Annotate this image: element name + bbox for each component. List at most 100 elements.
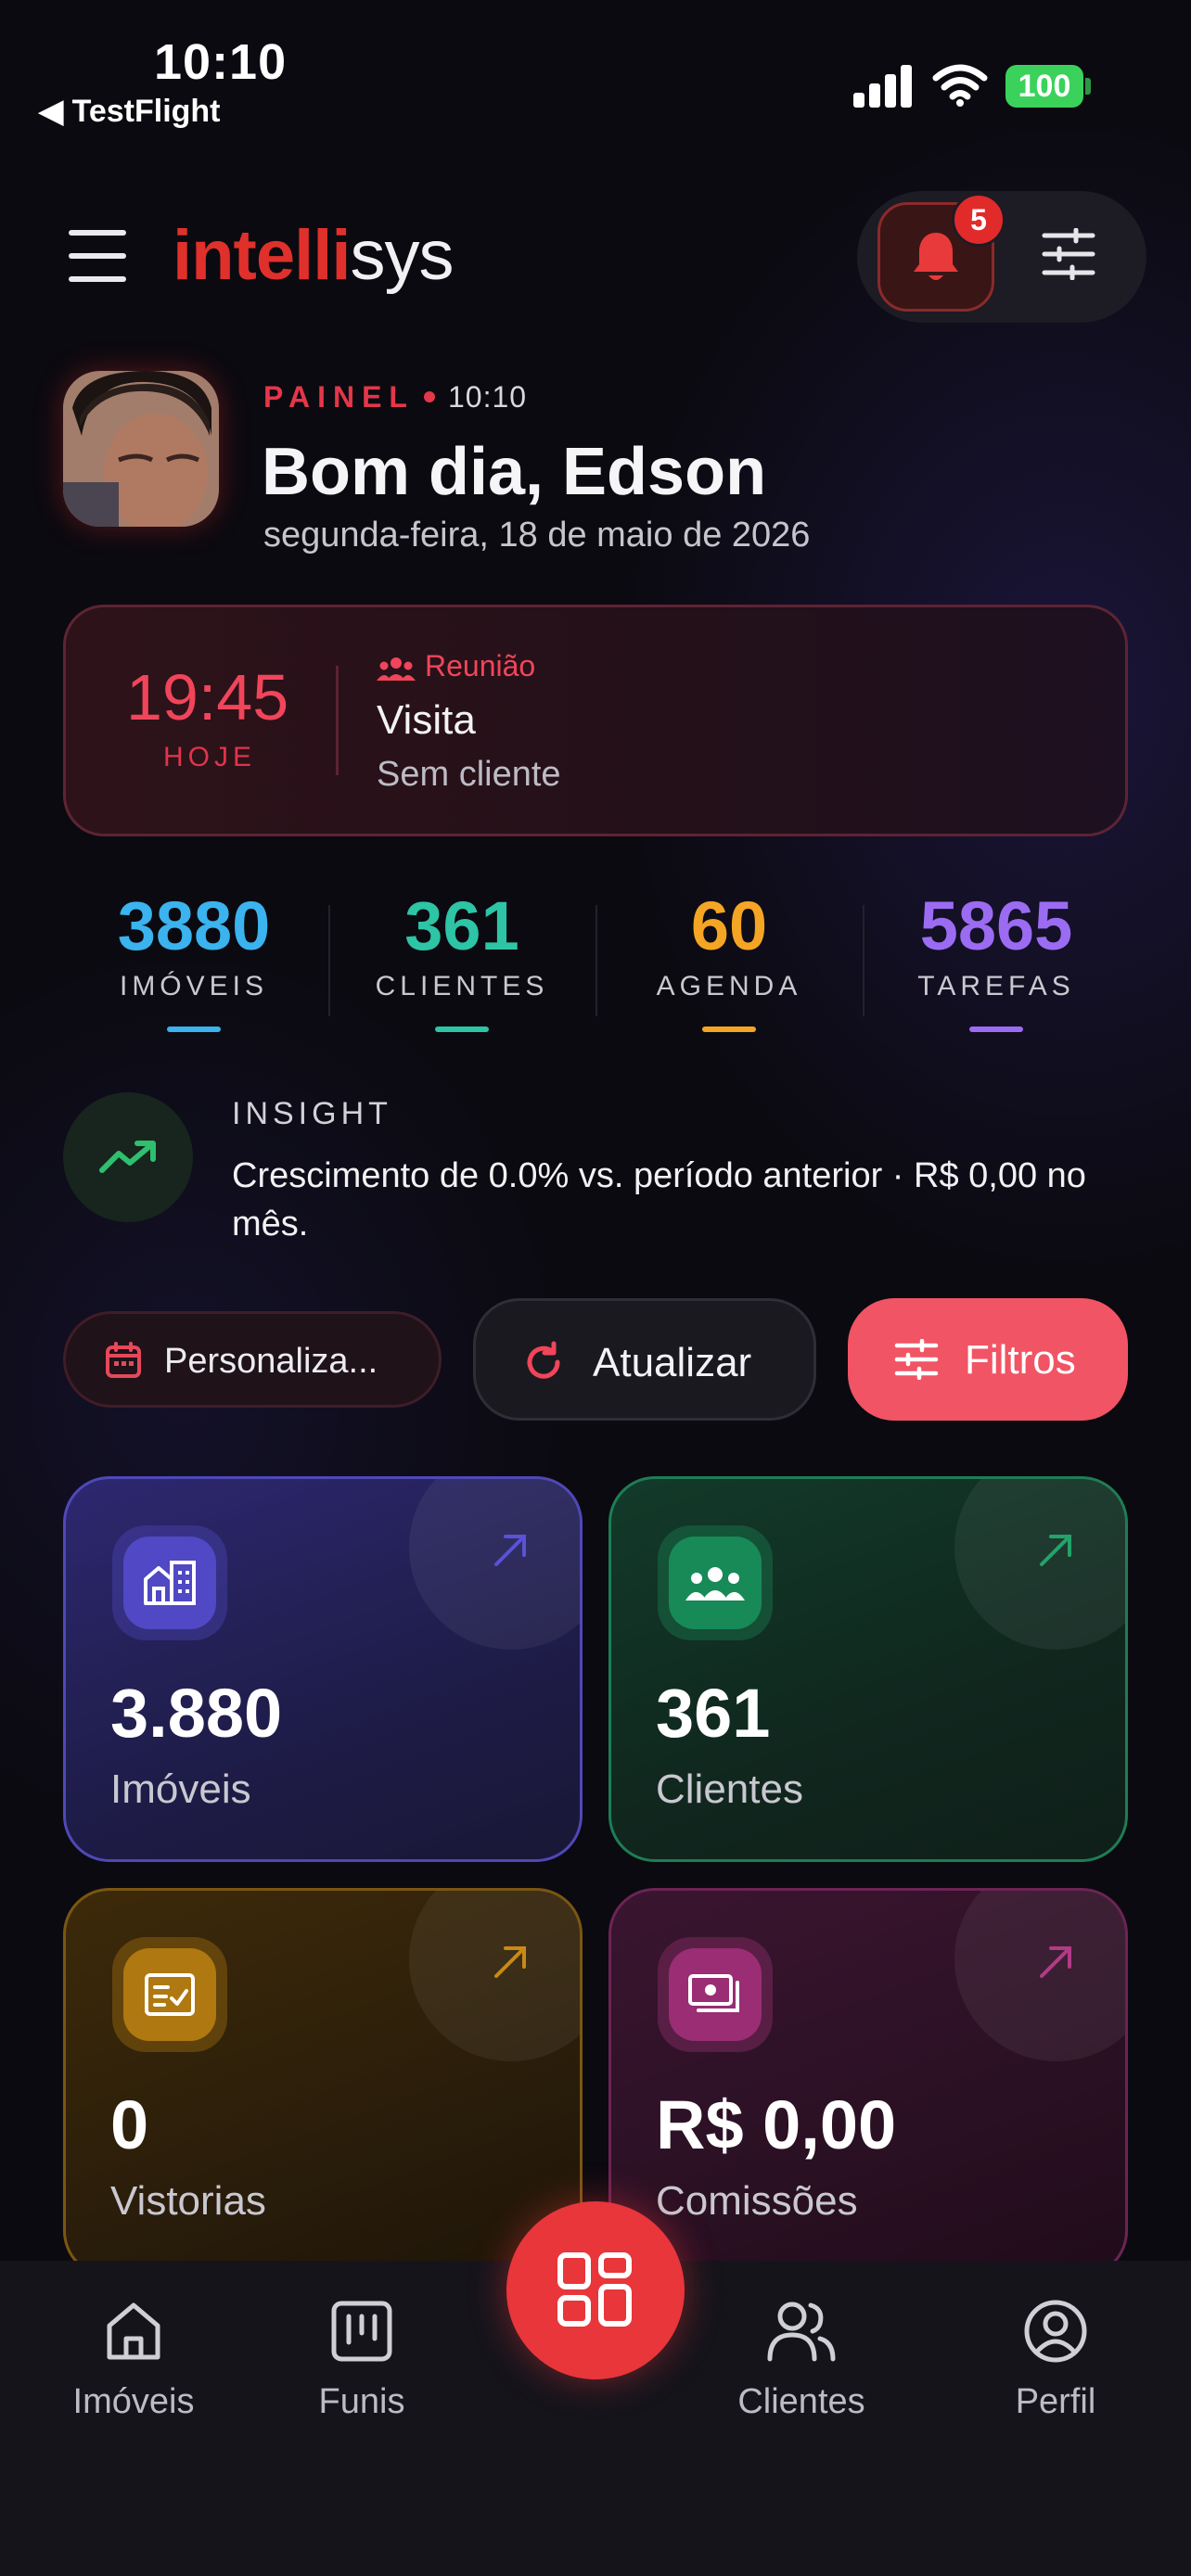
bell-icon xyxy=(914,233,958,280)
refresh-button[interactable]: Atualizar xyxy=(473,1298,816,1421)
checklist-icon xyxy=(145,1973,195,2016)
greeting-title: Bom dia, Edson xyxy=(262,435,767,509)
stat-underline xyxy=(435,1027,489,1032)
stat-tarefas[interactable]: 5865 TAREFAS xyxy=(880,886,1112,1032)
event-type-label: Reunião xyxy=(425,649,536,682)
stat-label: AGENDA xyxy=(656,971,802,1001)
filters-label: Filtros xyxy=(965,1337,1076,1383)
nav-label: Perfil xyxy=(1015,2382,1096,2421)
back-to-testflight[interactable]: ◀ TestFlight xyxy=(39,93,221,130)
stat-separator xyxy=(863,905,864,1016)
eyebrow-label: PAINEL xyxy=(263,380,415,414)
tile-icon-frame xyxy=(112,1525,227,1640)
nav-imoveis[interactable]: Imóveis xyxy=(41,2298,226,2422)
stat-value: 3880 xyxy=(117,887,271,964)
insight-label: INSIGHT xyxy=(232,1096,392,1131)
stat-label: IMÓVEIS xyxy=(119,971,269,1001)
tile-imoveis[interactable]: 3.880 Imóveis xyxy=(63,1476,583,1862)
arrow-up-right-icon xyxy=(494,1535,526,1566)
nav-label: Imóveis xyxy=(72,2382,195,2421)
customize-label: Personaliza... xyxy=(164,1342,378,1381)
tile-label: Imóveis xyxy=(110,1766,251,1812)
filter-sliders-icon xyxy=(894,1339,939,1380)
nav-perfil[interactable]: Perfil xyxy=(963,2298,1148,2422)
tile-value: 3.880 xyxy=(110,1675,283,1752)
nav-label: Funis xyxy=(318,2382,405,2421)
battery-tip xyxy=(1085,78,1091,95)
refresh-label: Atualizar xyxy=(593,1340,752,1385)
logo-red-part: intelli xyxy=(173,216,351,295)
stat-agenda[interactable]: 60 AGENDA xyxy=(613,886,845,1032)
settings-sliders-icon[interactable] xyxy=(1041,228,1096,280)
eyebrow-time: 10:10 xyxy=(447,380,528,414)
greeting-date: segunda-feira, 18 de maio de 2026 xyxy=(263,516,811,555)
money-icon xyxy=(688,1974,739,2012)
refresh-icon xyxy=(527,1341,560,1379)
avatar[interactable] xyxy=(63,371,219,527)
battery-indicator: 100 xyxy=(1005,65,1083,108)
calendar-icon xyxy=(106,1342,141,1378)
nav-funis[interactable]: Funis xyxy=(269,2298,455,2422)
stat-underline xyxy=(702,1027,756,1032)
stat-separator xyxy=(328,905,330,1016)
nav-clientes[interactable]: Clientes xyxy=(709,2298,894,2422)
kanban-icon xyxy=(331,2301,392,2362)
app-logo: intellisys xyxy=(173,215,454,296)
grid-icon xyxy=(557,2252,632,2327)
tile-label: Clientes xyxy=(656,1766,803,1812)
stat-clientes[interactable]: 361 CLIENTES xyxy=(346,886,578,1032)
tile-clientes[interactable]: 361 Clientes xyxy=(608,1476,1128,1862)
event-divider xyxy=(336,666,339,775)
dashboard-fab[interactable] xyxy=(506,2201,685,2379)
stat-value: 60 xyxy=(690,887,768,964)
tile-value: 361 xyxy=(656,1675,771,1752)
event-title: Visita xyxy=(377,697,476,743)
tile-icon-frame xyxy=(658,1525,773,1640)
tile-icon-bg xyxy=(123,1948,216,2041)
wifi-icon xyxy=(932,64,988,107)
stat-underline xyxy=(167,1027,221,1032)
tile-icon-frame xyxy=(112,1937,227,2052)
customize-period-button[interactable]: Personaliza... xyxy=(63,1311,442,1408)
people-icon xyxy=(685,1567,745,1600)
avatar-photo xyxy=(63,371,219,527)
signal-icon xyxy=(853,65,913,108)
arrow-up-right-icon xyxy=(1040,1946,1071,1978)
building-icon xyxy=(144,1561,196,1605)
people-icon xyxy=(377,657,416,681)
tile-icon-bg xyxy=(669,1948,762,2041)
tile-icon-frame xyxy=(658,1937,773,2052)
tile-value: R$ 0,00 xyxy=(656,2086,897,2163)
notification-badge: 5 xyxy=(952,193,1005,247)
dashboard-eyebrow: PAINEL 10:10 xyxy=(263,380,527,414)
logo-white-part: sys xyxy=(350,216,454,295)
stat-imoveis[interactable]: 3880 IMÓVEIS xyxy=(78,886,310,1032)
tile-comissoes[interactable]: R$ 0,00 Comissões xyxy=(608,1888,1128,2277)
arrow-up-right-icon xyxy=(1040,1535,1071,1566)
tile-icon-bg xyxy=(669,1537,762,1629)
users-icon xyxy=(767,2302,836,2362)
tile-label: Comissões xyxy=(656,2178,858,2224)
eyebrow-dot xyxy=(423,390,435,402)
insight-icon-circle xyxy=(63,1092,193,1222)
insight-text: Crescimento de 0.0% vs. período anterior… xyxy=(232,1156,1086,1243)
stat-label: CLIENTES xyxy=(375,971,549,1001)
event-subtitle: Sem cliente xyxy=(377,755,561,794)
stat-underline xyxy=(969,1027,1023,1032)
tile-value: 0 xyxy=(110,2086,149,2163)
tile-label: Vistorias xyxy=(110,2178,266,2224)
status-time: 10:10 xyxy=(154,34,288,90)
filters-button[interactable]: Filtros xyxy=(848,1298,1128,1421)
tile-vistorias[interactable]: 0 Vistorias xyxy=(63,1888,583,2277)
stat-value: 5865 xyxy=(919,887,1073,964)
arrow-up-right-icon xyxy=(494,1946,526,1978)
trending-up-icon xyxy=(99,1141,156,1173)
profile-icon xyxy=(1024,2300,1087,2363)
home-icon xyxy=(107,2302,160,2360)
menu-button[interactable] xyxy=(69,230,126,282)
nav-label: Clientes xyxy=(737,2382,865,2421)
stat-value: 361 xyxy=(404,887,519,964)
stat-separator xyxy=(596,905,597,1016)
tile-icon-bg xyxy=(123,1537,216,1629)
event-time: 19:45 xyxy=(126,661,289,733)
